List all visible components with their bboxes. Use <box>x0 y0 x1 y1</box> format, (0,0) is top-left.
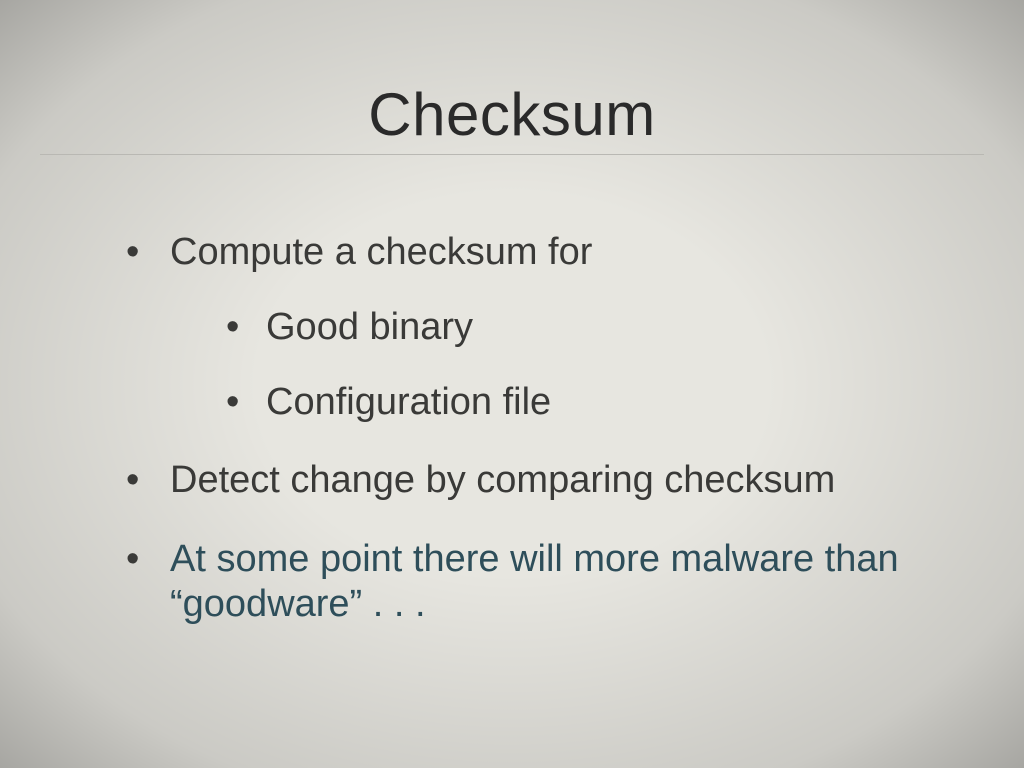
sub-bullet-text: Good binary <box>266 306 473 348</box>
bullet-item: Compute a checksum for Good binary Confi… <box>120 230 954 424</box>
bullet-item: Detect change by comparing checksum <box>120 458 954 503</box>
bullet-text: Compute a checksum for <box>170 231 592 273</box>
title-divider <box>40 154 984 155</box>
sub-bullet-text: Configuration file <box>266 381 551 423</box>
slide: Checksum Compute a checksum for Good bin… <box>0 0 1024 768</box>
sub-bullet-list: Good binary Configuration file <box>170 305 954 425</box>
bullet-list: Compute a checksum for Good binary Confi… <box>120 230 954 627</box>
sub-bullet-item: Configuration file <box>220 380 954 425</box>
bullet-item: At some point there will more malware th… <box>120 537 954 627</box>
slide-body: Compute a checksum for Good binary Confi… <box>120 230 954 661</box>
sub-bullet-item: Good binary <box>220 305 954 350</box>
bullet-text: At some point there will more malware th… <box>170 538 899 625</box>
bullet-text: Detect change by comparing checksum <box>170 459 835 501</box>
slide-title: Checksum <box>0 80 1024 149</box>
